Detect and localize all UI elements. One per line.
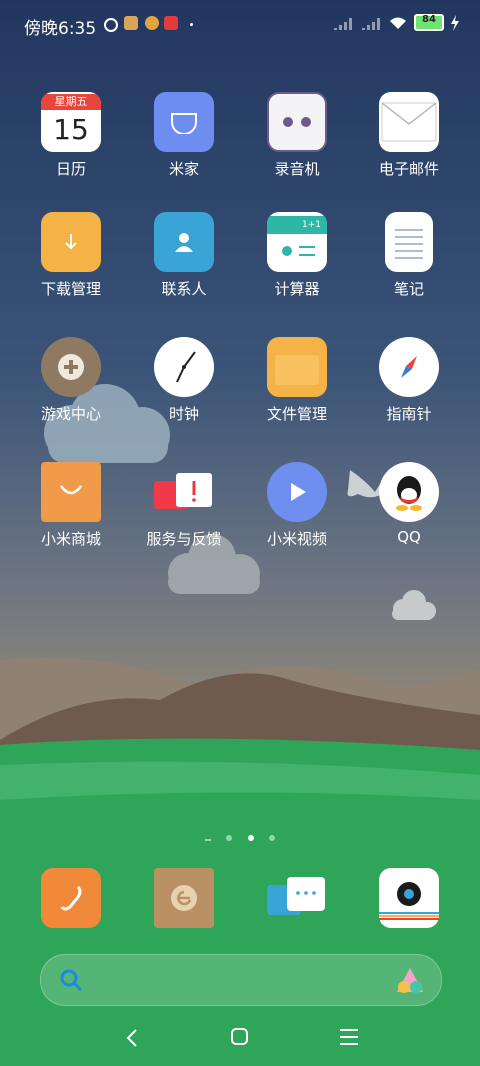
camera-icon <box>379 868 439 928</box>
app-label: 录音机 <box>274 160 320 178</box>
notification-app-icon <box>145 16 159 30</box>
compass-icon <box>379 337 439 397</box>
app-mijia[interactable]: 米家 <box>128 92 240 179</box>
app-label: 电子邮件 <box>378 160 439 178</box>
search-icon <box>60 969 83 992</box>
app-label: 小米视频 <box>266 530 327 548</box>
mijia-icon <box>154 92 214 152</box>
notes-icon <box>385 212 433 272</box>
messages-icon <box>267 868 327 928</box>
dock-messages[interactable] <box>241 868 353 928</box>
mute-bell-icon <box>104 18 118 32</box>
search-bar[interactable] <box>40 954 442 1006</box>
calendar-icon: 星期五 15 <box>41 92 101 152</box>
app-game-center[interactable]: 游戏中心 <box>15 337 127 424</box>
clock-icon <box>154 337 214 397</box>
app-label: 联系人 <box>161 280 207 298</box>
recorder-icon <box>267 92 327 152</box>
app-label: QQ <box>397 528 421 546</box>
battery-icon: 84 <box>414 14 444 31</box>
app-label: 文件管理 <box>266 405 327 423</box>
app-notes[interactable]: 笔记 <box>353 212 465 299</box>
app-label: 米家 <box>168 160 199 178</box>
app-download-manager[interactable]: 下载管理 <box>15 212 127 299</box>
navigation-bar <box>0 1020 480 1056</box>
page-indicator-dot <box>226 835 233 841</box>
mi-video-icon <box>267 462 327 522</box>
app-file-manager[interactable]: 文件管理 <box>241 337 353 424</box>
app-clock[interactable]: 时钟 <box>128 337 240 424</box>
assistant-icon[interactable] <box>395 966 425 994</box>
app-label: 计算器 <box>274 280 320 298</box>
app-compass[interactable]: 指南针 <box>353 337 465 424</box>
email-icon <box>379 92 439 152</box>
more-notifications-dot <box>190 23 193 26</box>
app-label: 笔记 <box>393 280 424 298</box>
service-feedback-icon <box>154 462 214 522</box>
app-label: 服务与反馈 <box>146 530 222 548</box>
page-indicator-dot <box>268 835 275 841</box>
download-icon <box>41 212 101 272</box>
status-bar: 傍晚6:35 84 <box>0 0 480 50</box>
wifi-icon <box>390 17 406 29</box>
charging-icon <box>451 14 459 31</box>
file-manager-icon <box>267 337 327 397</box>
app-mi-video[interactable]: 小米视频 <box>241 462 353 549</box>
app-calendar[interactable]: 星期五 15 日历 <box>15 92 127 179</box>
app-label: 时钟 <box>168 405 199 423</box>
app-label: 游戏中心 <box>40 405 101 423</box>
page-indicator-dot <box>205 839 212 841</box>
signal-icon <box>334 17 352 30</box>
signal-icon <box>362 17 380 30</box>
app-label: 日历 <box>55 160 86 178</box>
recent-apps-icon[interactable] <box>338 1026 360 1048</box>
app-label: 指南针 <box>386 405 432 423</box>
app-label: 下载管理 <box>40 280 101 298</box>
dock-phone[interactable] <box>15 868 127 928</box>
game-center-icon <box>41 337 101 397</box>
dock-browser[interactable] <box>128 868 240 928</box>
status-time: 傍晚6:35 <box>24 19 97 39</box>
app-email[interactable]: 电子邮件 <box>353 92 465 179</box>
app-service-feedback[interactable]: 服务与反馈 <box>128 462 240 549</box>
app-mi-store[interactable]: 小米商城 <box>15 462 127 549</box>
browser-icon <box>154 868 214 928</box>
qq-icon <box>379 462 439 522</box>
app-qq[interactable]: QQ <box>353 462 465 546</box>
dock-camera[interactable] <box>353 868 465 928</box>
app-contacts[interactable]: 联系人 <box>128 212 240 299</box>
app-calculator[interactable]: 1+1 计算器 <box>241 212 353 299</box>
notification-app-icon <box>164 16 178 30</box>
app-recorder[interactable]: 录音机 <box>241 92 353 179</box>
home-icon[interactable] <box>230 1026 250 1048</box>
calculator-icon: 1+1 <box>267 212 327 272</box>
page-indicator[interactable] <box>0 826 480 845</box>
phone-icon <box>41 868 101 928</box>
app-label: 小米商城 <box>40 530 101 548</box>
page-indicator-dot <box>247 835 254 841</box>
back-icon[interactable] <box>122 1026 140 1050</box>
notification-app-icon <box>124 16 138 30</box>
mi-store-icon <box>41 462 101 522</box>
contacts-icon <box>154 212 214 272</box>
